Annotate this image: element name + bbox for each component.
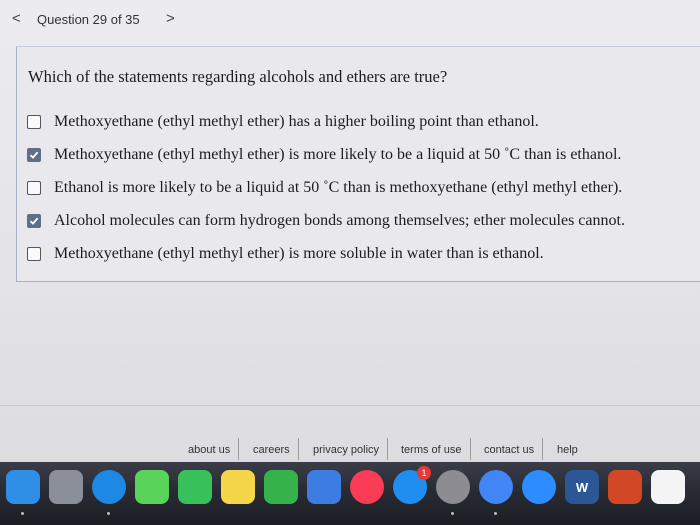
- answer-checkbox[interactable]: [27, 180, 41, 195]
- chrome-icon[interactable]: [479, 470, 513, 504]
- answer-option-label: Methoxyethane (ethyl methyl ether) has a…: [54, 112, 539, 130]
- answer-checkbox[interactable]: [27, 114, 41, 129]
- footer-link-careers[interactable]: careers: [253, 444, 290, 456]
- previous-question-button[interactable]: <: [12, 10, 21, 27]
- messages-icon[interactable]: [135, 470, 169, 504]
- footer-separator: [542, 438, 543, 460]
- launchpad-icon[interactable]: [49, 470, 83, 504]
- answer-option-1[interactable]: Methoxyethane (ethyl methyl ether) has a…: [27, 105, 625, 138]
- answer-checkbox[interactable]: [27, 246, 41, 261]
- answer-options: Methoxyethane (ethyl methyl ether) has a…: [27, 105, 625, 270]
- answer-option-label: Ethanol is more likely to be a liquid at…: [54, 178, 623, 196]
- powerpoint-icon[interactable]: [608, 470, 642, 504]
- facetime-icon[interactable]: [178, 470, 212, 504]
- footer-link-about-us[interactable]: about us: [188, 444, 230, 456]
- running-indicator: [21, 512, 24, 515]
- notification-badge: 1: [417, 466, 431, 480]
- answer-option-label: Methoxyethane (ethyl methyl ether) is mo…: [54, 145, 622, 163]
- footer-link-help[interactable]: help: [557, 444, 578, 456]
- footer-separator: [298, 438, 299, 460]
- answer-checkbox[interactable]: [27, 213, 41, 228]
- dock: 1W: [0, 462, 700, 525]
- zoom-icon[interactable]: [522, 470, 556, 504]
- safari-icon[interactable]: [92, 470, 126, 504]
- answer-option-5[interactable]: Methoxyethane (ethyl methyl ether) is mo…: [27, 237, 625, 270]
- footer-separator: [470, 438, 471, 460]
- answer-option-4[interactable]: Alcohol molecules can form hydrogen bond…: [27, 204, 625, 237]
- footer-link-privacy-policy[interactable]: privacy policy: [313, 444, 379, 456]
- answer-option-2[interactable]: Methoxyethane (ethyl methyl ether) is mo…: [27, 138, 625, 171]
- system-preferences-icon[interactable]: [436, 470, 470, 504]
- footer-link-terms-of-use[interactable]: terms of use: [401, 444, 462, 456]
- finder-icon[interactable]: [6, 470, 40, 504]
- keynote-icon[interactable]: [307, 470, 341, 504]
- answer-checkbox[interactable]: [27, 147, 41, 162]
- footer-link-contact-us[interactable]: contact us: [484, 444, 534, 456]
- numbers-icon[interactable]: [264, 470, 298, 504]
- notes-icon[interactable]: [221, 470, 255, 504]
- answer-option-3[interactable]: Ethanol is more likely to be a liquid at…: [27, 171, 625, 204]
- running-indicator: [494, 512, 497, 515]
- question-nav: < Question 29 of 35 >: [0, 0, 700, 40]
- footer-links: about us careers privacy policy terms of…: [0, 436, 700, 462]
- running-indicator: [107, 512, 110, 515]
- answer-option-label: Methoxyethane (ethyl methyl ether) is mo…: [54, 244, 544, 262]
- question-prompt: Which of the statements regarding alcoho…: [28, 67, 448, 86]
- next-question-button[interactable]: >: [166, 10, 175, 27]
- footer-separator: [238, 438, 239, 460]
- answer-option-label: Alcohol molecules can form hydrogen bond…: [54, 211, 625, 229]
- calendar-icon[interactable]: [651, 470, 685, 504]
- content-divider: [0, 405, 700, 406]
- app-store-icon[interactable]: 1: [393, 466, 431, 504]
- question-panel: Which of the statements regarding alcoho…: [16, 46, 700, 282]
- music-icon[interactable]: [350, 470, 384, 504]
- question-counter: Question 29 of 35: [37, 12, 140, 27]
- running-indicator: [451, 512, 454, 515]
- footer-separator: [387, 438, 388, 460]
- word-icon[interactable]: W: [565, 470, 599, 504]
- page: < Question 29 of 35 > Which of the state…: [0, 0, 700, 460]
